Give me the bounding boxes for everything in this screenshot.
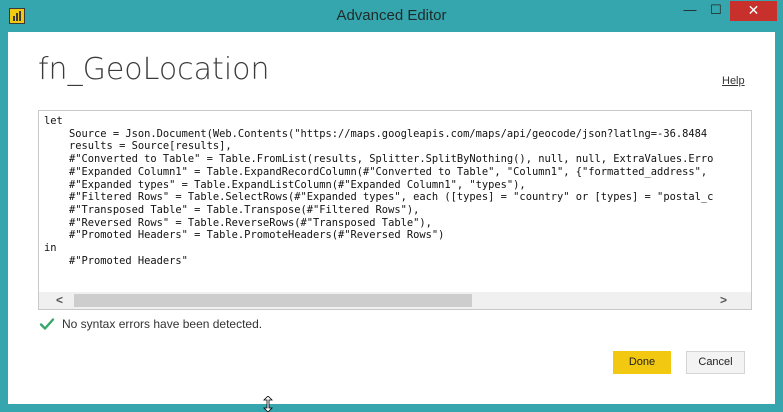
check-icon bbox=[38, 315, 56, 333]
code-line: #"Transposed Table" = Table.Transpose(#"… bbox=[44, 203, 420, 216]
code-line: #"Promoted Headers" = Table.PromoteHeade… bbox=[44, 229, 445, 242]
scroll-left-arrow[interactable]: < bbox=[51, 292, 68, 309]
maximize-button[interactable]: ☐ bbox=[703, 1, 729, 21]
syntax-status: No syntax errors have been detected. bbox=[38, 315, 262, 333]
window-title: Advanced Editor bbox=[336, 7, 447, 24]
code-line: #"Promoted Headers" bbox=[44, 254, 188, 267]
close-button[interactable]: ✕ bbox=[730, 1, 777, 21]
resize-cursor-icon bbox=[263, 396, 273, 412]
horizontal-scrollbar[interactable]: < > bbox=[39, 292, 751, 309]
minimize-button[interactable]: — bbox=[677, 1, 703, 21]
title-bar[interactable]: Advanced Editor — ☐ ✕ bbox=[0, 0, 783, 32]
scroll-right-arrow[interactable]: > bbox=[715, 292, 732, 309]
code-editor[interactable]: let Source = Json.Document(Web.Contents(… bbox=[38, 110, 752, 310]
scroll-thumb[interactable] bbox=[74, 294, 472, 307]
code-line: results = Source[results], bbox=[44, 140, 232, 153]
code-line: #"Expanded Column1" = Table.ExpandRecord… bbox=[44, 165, 708, 178]
code-line: #"Reversed Rows" = Table.ReverseRows(#"T… bbox=[44, 216, 432, 229]
query-title: fn_GeoLocation bbox=[38, 52, 270, 87]
code-line: #"Filtered Rows" = Table.SelectRows(#"Ex… bbox=[44, 191, 714, 204]
cancel-button[interactable]: Cancel bbox=[686, 351, 745, 374]
code-line: let bbox=[44, 115, 63, 127]
syntax-status-text: No syntax errors have been detected. bbox=[62, 317, 263, 331]
code-line: in bbox=[44, 242, 57, 255]
advanced-editor-window: Advanced Editor — ☐ ✕ fn_GeoLocation Hel… bbox=[0, 0, 783, 412]
help-link[interactable]: Help bbox=[722, 75, 745, 87]
editor-dialog-body: fn_GeoLocation Help let Source = Json.Do… bbox=[8, 32, 775, 404]
done-button[interactable]: Done bbox=[613, 351, 671, 374]
code-text-area[interactable]: let Source = Json.Document(Web.Contents(… bbox=[44, 115, 744, 291]
code-line: #"Expanded types" = Table.ExpandListColu… bbox=[44, 178, 526, 191]
code-line: Source = Json.Document(Web.Contents("htt… bbox=[44, 127, 708, 140]
code-line: #"Converted to Table" = Table.FromList(r… bbox=[44, 153, 714, 166]
